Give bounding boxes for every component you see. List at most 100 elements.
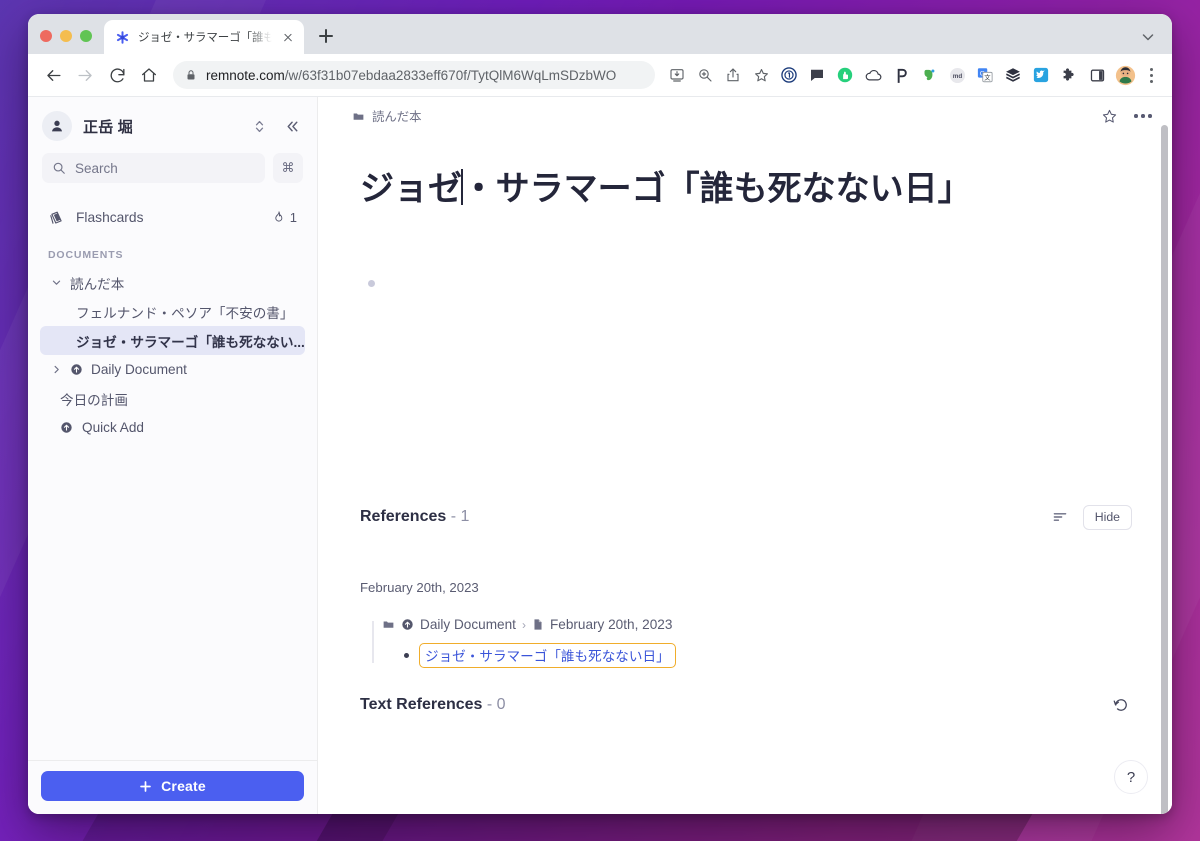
person-avatar-icon [42, 111, 72, 141]
one-password-icon[interactable] [776, 62, 802, 88]
arrow-up-circle-icon [402, 619, 413, 630]
home-icon[interactable] [134, 60, 164, 90]
breadcrumb-separator: › [521, 617, 526, 632]
close-tab-button[interactable] [280, 29, 296, 45]
references-title-label: References [360, 508, 447, 525]
forward-icon [70, 60, 100, 90]
breadcrumb[interactable]: 読んだ本 [352, 107, 1098, 125]
sidebar-item-daily-document[interactable]: Daily Document [40, 355, 305, 384]
flashcard-streak: 1 [272, 210, 297, 225]
sidebar-item-kyou-no-keikaku[interactable]: 今日の計画 [40, 384, 305, 413]
reference-doc-label: February 20th, 2023 [549, 617, 673, 632]
close-window-button[interactable] [40, 30, 52, 42]
sidepanel-icon[interactable] [1084, 62, 1110, 88]
sidebar-item-pessoa[interactable]: フェルナンド・ペソア「不安の書」 [40, 297, 305, 326]
svg-text:文: 文 [984, 73, 991, 82]
search-placeholder: Search [75, 160, 118, 176]
create-button-label: Create [161, 778, 206, 794]
bookmark-star-icon[interactable] [748, 62, 774, 88]
hide-references-button[interactable]: Hide [1082, 504, 1132, 530]
sidebar-item-flashcards[interactable]: Flashcards 1 [42, 203, 303, 231]
reload-icon[interactable] [102, 60, 132, 90]
minimize-window-button[interactable] [60, 30, 72, 42]
chevron-down-icon[interactable] [48, 277, 64, 288]
sidebar-item-label: Daily Document [91, 362, 187, 377]
profile-avatar-icon[interactable] [1112, 62, 1138, 88]
collapse-sidebar-icon[interactable] [281, 115, 303, 137]
document-pane: 読んだ本 ジョゼ ・サラマーゴ「誰も死なない日」 References - 1 … [318, 97, 1172, 814]
bullet-icon[interactable] [368, 280, 375, 287]
back-icon[interactable] [38, 60, 68, 90]
sidebar-item-label: 今日の計画 [60, 392, 128, 408]
reference-breadcrumb[interactable]: Daily Document › February 20th, 2023 [382, 617, 1132, 632]
window-traffic-lights [40, 30, 92, 54]
cloud-icon[interactable] [860, 62, 886, 88]
address-bar-url: remnote.com/w/63f31b07ebdaa2833eff670f/T… [206, 67, 617, 83]
sidebar-search-row: Search ⌘ [28, 151, 317, 183]
share-icon[interactable] [720, 62, 746, 88]
create-button[interactable]: Create [41, 771, 304, 801]
evernote-elephant-icon[interactable] [916, 62, 942, 88]
refresh-icon[interactable] [1110, 694, 1132, 716]
chat-bubble-icon[interactable] [804, 62, 830, 88]
content-scrollbar[interactable] [1161, 125, 1168, 814]
page-title-part-2: ・サラマーゴ「誰も死なない日」 [461, 170, 972, 208]
sidebar-item-quick-add[interactable]: Quick Add [40, 413, 305, 442]
chevron-right-icon[interactable] [48, 364, 64, 375]
page-title[interactable]: ジョゼ ・サラマーゴ「誰も死なない日」 [360, 161, 1172, 210]
search-input[interactable]: Search [42, 153, 265, 183]
pocket-p-icon[interactable] [888, 62, 914, 88]
google-translate-icon[interactable]: G文 [972, 62, 998, 88]
more-dots-icon[interactable] [1134, 114, 1152, 118]
references-count: 1 [460, 508, 470, 525]
search-icon [53, 162, 65, 174]
workspace-switch-chevrons-icon[interactable] [248, 115, 270, 137]
page-title-part-1: ジョゼ [360, 170, 462, 208]
reference-list-item: ジョゼ・サラマーゴ「誰も死なない日」 [404, 643, 1132, 668]
sidebar-user-name: 正岳 堀 [83, 118, 133, 136]
puzzle-extensions-icon[interactable] [1056, 62, 1082, 88]
address-bar[interactable]: remnote.com/w/63f31b07ebdaa2833eff670f/T… [173, 61, 655, 89]
breadcrumb-label: 読んだ本 [372, 110, 422, 124]
reference-group: Daily Document › February 20th, 2023 ジョゼ… [360, 617, 1132, 668]
reference-parent-label: Daily Document [420, 617, 516, 632]
search-shortcut-badge[interactable]: ⌘ [273, 153, 303, 183]
flame-icon [275, 211, 283, 222]
text-references-count: 0 [496, 696, 506, 713]
bird-blue-icon[interactable] [1028, 62, 1054, 88]
sort-lines-icon[interactable] [1049, 506, 1071, 528]
plus-icon [140, 780, 151, 792]
flashcards-stack-icon [50, 211, 62, 224]
install-icon[interactable] [664, 62, 690, 88]
document-header: 読んだ本 [318, 97, 1172, 135]
references-header: References - 1 Hide [360, 502, 1132, 532]
zoom-icon[interactable] [692, 62, 718, 88]
references-title: References - 1 [360, 508, 470, 525]
chrome-menu-kebab-icon[interactable] [1140, 62, 1162, 88]
text-cursor [461, 168, 463, 205]
references-section: References - 1 Hide February 20th, 2023 … [360, 502, 1132, 716]
flashcard-streak-count: 1 [289, 209, 297, 225]
green-thumb-icon[interactable] [832, 62, 858, 88]
markdownload-md-icon[interactable]: md [944, 62, 970, 88]
help-button[interactable]: ? [1114, 760, 1148, 794]
lock-icon [187, 70, 195, 80]
new-tab-button[interactable] [312, 22, 340, 50]
browser-tab-strip: ジョゼ・サラマーゴ「誰も死なない日」 [28, 14, 1172, 54]
maximize-window-button[interactable] [80, 30, 92, 42]
document-tree: 読んだ本 フェルナンド・ペソア「不安の書」 ジョゼ・サラマーゴ「誰も死なない..… [28, 268, 317, 442]
sidebar-footer: Create [28, 760, 317, 814]
bullet-icon[interactable] [404, 653, 409, 658]
reference-link[interactable]: ジョゼ・サラマーゴ「誰も死なない日」 [419, 643, 676, 668]
sidebar-item-label: フェルナンド・ペソア「不安の書」 [76, 305, 294, 321]
layers-icon[interactable] [1000, 62, 1026, 88]
arrow-up-circle-icon [60, 421, 75, 434]
empty-bullet-row[interactable] [368, 280, 1172, 287]
browser-tab[interactable]: ジョゼ・サラマーゴ「誰も死なない日」 [104, 20, 304, 54]
star-outline-icon[interactable] [1098, 105, 1120, 127]
tab-list-chevron-down-icon[interactable] [1140, 29, 1156, 45]
reference-date-group: February 20th, 2023 [360, 580, 479, 595]
sidebar-user-row[interactable]: 正岳 堀 [28, 97, 317, 151]
sidebar-item-saramago[interactable]: ジョゼ・サラマーゴ「誰も死なない... [40, 326, 305, 355]
sidebar-item-yondahon[interactable]: 読んだ本 [40, 268, 305, 297]
